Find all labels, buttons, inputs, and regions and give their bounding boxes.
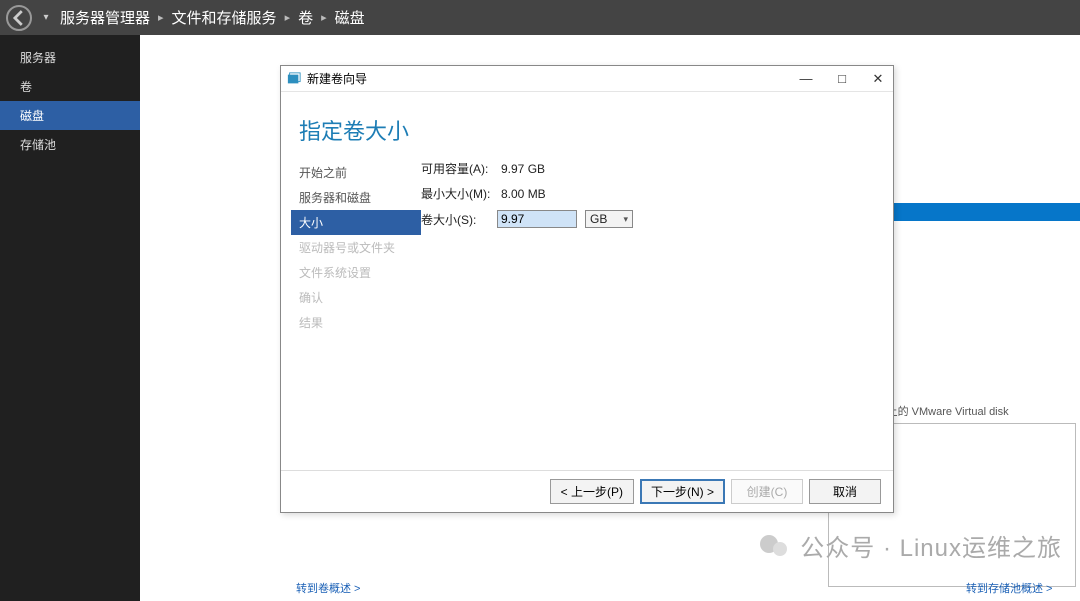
sidebar-item-volumes[interactable]: 卷 bbox=[0, 72, 140, 101]
breadcrumb-item[interactable]: 文件和存储服务 bbox=[172, 7, 277, 28]
volume-size-label: 卷大小(S): bbox=[421, 211, 497, 228]
new-volume-wizard-dialog: 新建卷向导 — □ ✕ 指定卷大小 开始之前 服务器和磁盘 大小 驱动器号或文件… bbox=[280, 65, 894, 513]
minimize-button[interactable]: — bbox=[797, 71, 815, 87]
breadcrumb-item[interactable]: 卷 bbox=[298, 7, 313, 28]
nav-back-icon[interactable] bbox=[6, 5, 32, 31]
available-label: 可用容量(A): bbox=[421, 160, 497, 177]
size-form: 可用容量(A): 9.97 GB 最小大小(M): 8.00 MB 卷大小(S)… bbox=[421, 160, 893, 470]
sidebar-item-storage-pools[interactable]: 存储池 bbox=[0, 130, 140, 159]
close-button[interactable]: ✕ bbox=[869, 71, 887, 87]
sidebar-item-servers[interactable]: 服务器 bbox=[0, 43, 140, 72]
step-filesystem: 文件系统设置 bbox=[291, 260, 421, 285]
dialog-titlebar[interactable]: 新建卷向导 — □ ✕ bbox=[281, 66, 893, 92]
wizard-button-row: < 上一步(P) 下一步(N) > 创建(C) 取消 bbox=[281, 470, 893, 512]
main-content: e Virtual disk e Virtual disk 务 ▾ 存储池 WI… bbox=[140, 35, 1080, 601]
previous-button[interactable]: < 上一步(P) bbox=[550, 479, 634, 504]
step-drive-letter: 驱动器号或文件夹 bbox=[291, 235, 421, 260]
min-size-label: 最小大小(M): bbox=[421, 185, 497, 202]
next-button[interactable]: 下一步(N) > bbox=[640, 479, 725, 504]
wizard-heading: 指定卷大小 bbox=[281, 92, 893, 160]
breadcrumb-item[interactable]: 服务器管理器 bbox=[60, 7, 150, 28]
create-button: 创建(C) bbox=[731, 479, 803, 504]
step-server-disk[interactable]: 服务器和磁盘 bbox=[291, 185, 421, 210]
step-results: 结果 bbox=[291, 310, 421, 335]
chevron-right-icon: ▸ bbox=[321, 11, 327, 24]
chevron-right-icon: ▸ bbox=[158, 11, 164, 24]
nav-dropdown-icon[interactable]: ▾ bbox=[38, 10, 54, 26]
link-storagepool-overview[interactable]: 转到存储池概述 > bbox=[950, 583, 1052, 595]
sidebar: 服务器 卷 磁盘 存储池 bbox=[0, 35, 140, 601]
size-unit-dropdown[interactable]: GB ▾ bbox=[585, 210, 633, 228]
min-size-value: 8.00 MB bbox=[501, 187, 546, 201]
breadcrumb-item[interactable]: 磁盘 bbox=[335, 7, 365, 28]
cancel-button[interactable]: 取消 bbox=[809, 479, 881, 504]
step-before[interactable]: 开始之前 bbox=[291, 160, 421, 185]
link-volume-overview[interactable]: 转到卷概述 > bbox=[280, 583, 360, 595]
volume-size-input[interactable] bbox=[497, 210, 577, 228]
chevron-right-icon: ▸ bbox=[285, 11, 291, 24]
wizard-icon bbox=[287, 72, 301, 86]
step-confirm: 确认 bbox=[291, 285, 421, 310]
sidebar-item-disks[interactable]: 磁盘 bbox=[0, 101, 140, 130]
size-unit-value: GB bbox=[590, 212, 607, 226]
dialog-title: 新建卷向导 bbox=[307, 70, 367, 87]
maximize-button[interactable]: □ bbox=[833, 71, 851, 87]
breadcrumb-bar: ▾ 服务器管理器 ▸ 文件和存储服务 ▸ 卷 ▸ 磁盘 bbox=[0, 0, 1080, 35]
available-value: 9.97 GB bbox=[501, 162, 545, 176]
wizard-steps: 开始之前 服务器和磁盘 大小 驱动器号或文件夹 文件系统设置 确认 结果 bbox=[281, 160, 421, 470]
step-size[interactable]: 大小 bbox=[291, 210, 421, 235]
chevron-down-icon: ▾ bbox=[623, 214, 628, 225]
